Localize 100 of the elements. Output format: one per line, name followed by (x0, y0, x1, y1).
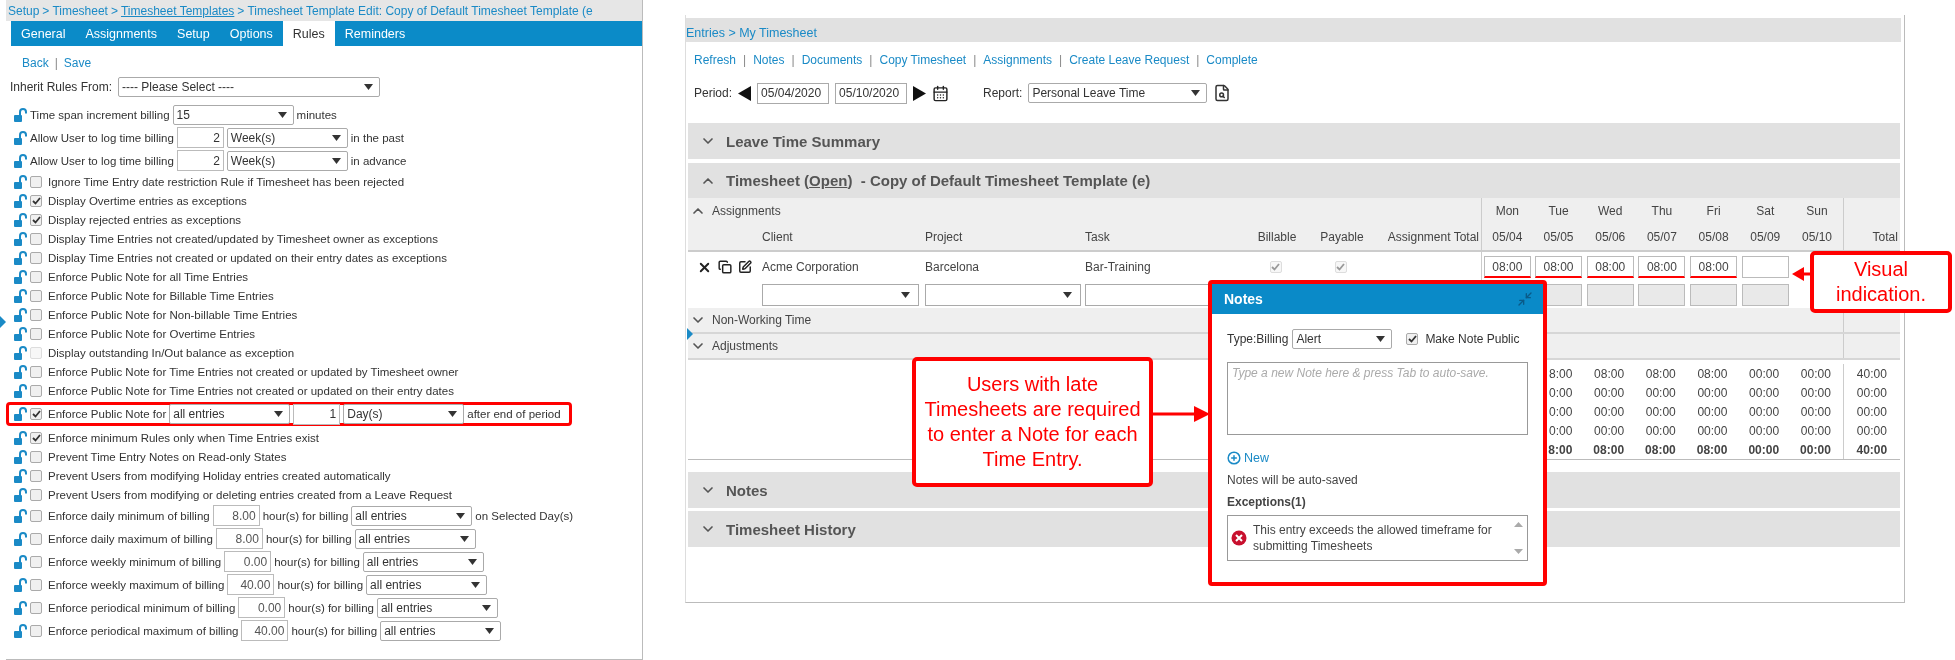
dropdown[interactable]: ---- Please Select ---- (118, 77, 381, 97)
dropdown[interactable]: all entries (362, 551, 484, 572)
column-header: 05/04 (1492, 230, 1523, 244)
dropdown[interactable]: all entries (376, 597, 498, 618)
date-field[interactable]: 05/04/2020 (757, 82, 830, 104)
dropdown[interactable]: Week(s) (226, 150, 348, 171)
padlock-icon (13, 212, 27, 227)
action-link[interactable]: Back (22, 56, 49, 75)
checkbox[interactable] (30, 175, 42, 188)
hours-field[interactable]: 08:00 (1690, 256, 1738, 278)
section-header[interactable]: Timesheet (Open) - Copy of Default Timesheet Template (e) (688, 163, 1900, 198)
toolbar-link[interactable]: Copy Timesheet (879, 53, 967, 67)
section-header[interactable]: Leave Time Summary (688, 123, 1900, 159)
number-field[interactable]: 2 (176, 150, 224, 171)
tab[interactable]: Setup (167, 21, 220, 46)
hours-field[interactable] (1741, 256, 1789, 278)
checkbox[interactable] (30, 555, 42, 568)
dropdown[interactable]: all entries (351, 505, 473, 526)
number-field[interactable]: 8.00 (215, 528, 263, 549)
collapse-icon[interactable] (1517, 291, 1533, 307)
previous-icon[interactable] (738, 85, 752, 101)
padlock-icon (13, 107, 27, 122)
copy-icon[interactable] (717, 260, 732, 274)
checkbox[interactable] (30, 232, 42, 245)
caret-icon (274, 411, 284, 417)
dropdown[interactable]: 15 (172, 104, 294, 125)
number-field[interactable]: 40.00 (241, 620, 289, 641)
checkbox[interactable] (30, 251, 42, 264)
number-field[interactable]: 0.00 (224, 551, 272, 572)
action-link[interactable]: Save (63, 56, 92, 75)
field-label: Inherit Rules From: (10, 80, 113, 94)
tab[interactable]: Rules (282, 21, 335, 46)
checkbox[interactable] (30, 270, 42, 283)
search-icon[interactable] (1213, 84, 1232, 102)
checkbox[interactable] (30, 532, 42, 545)
number-field[interactable]: 0.00 (238, 597, 286, 618)
dropdown[interactable]: all entries (380, 620, 502, 641)
number-field[interactable]: 2 (176, 127, 224, 148)
edit-icon[interactable] (737, 260, 752, 274)
breadcrumb-item: Timesheet Template Edit: Copy of Default Timesheet Template (e (247, 3, 593, 18)
dropdown[interactable]: Alert (1292, 329, 1393, 349)
calendar-icon[interactable] (932, 84, 950, 102)
dropdown[interactable] (762, 284, 919, 306)
hours-field[interactable]: 08:00 (1484, 256, 1531, 278)
checkbox[interactable] (30, 289, 42, 302)
checkbox[interactable] (30, 469, 42, 482)
hours-field[interactable]: 08:00 (1535, 256, 1583, 278)
dropdown[interactable]: Week(s) (226, 127, 348, 148)
toolbar-link[interactable]: Assignments (983, 53, 1052, 67)
hours-field[interactable]: 08:00 (1638, 256, 1686, 278)
tab[interactable]: Reminders (334, 21, 416, 46)
tab[interactable]: Options (219, 21, 283, 46)
day-name: Wed (1598, 204, 1623, 218)
checkbox[interactable] (30, 308, 42, 321)
info-text: Notes will be auto-saved (1227, 473, 1359, 487)
rule-label: after end of period (467, 408, 561, 420)
checkbox[interactable] (1406, 333, 1419, 345)
checkbox[interactable] (30, 194, 42, 207)
dropdown[interactable] (925, 284, 1081, 306)
number-field[interactable]: 40.00 (227, 574, 275, 595)
toolbar-link[interactable]: Create Leave Request (1069, 53, 1190, 67)
tab[interactable]: General (11, 21, 76, 46)
checkbox[interactable] (30, 408, 42, 420)
checkbox[interactable] (30, 578, 42, 591)
hours-field[interactable] (1741, 284, 1789, 306)
toolbar-link[interactable]: Complete (1206, 53, 1258, 67)
checkbox[interactable] (30, 450, 42, 463)
checkbox[interactable] (30, 624, 42, 637)
dropdown[interactable]: Day(s) (343, 404, 465, 424)
toolbar-link[interactable]: Refresh (694, 53, 737, 67)
splitter-handle-icon[interactable] (0, 316, 6, 328)
checkbox[interactable] (30, 327, 42, 340)
number-field[interactable]: 8.00 (212, 505, 260, 526)
padlock-icon (13, 364, 27, 379)
checkbox[interactable] (30, 488, 42, 501)
dropdown[interactable]: all entries (354, 528, 476, 549)
hours-field[interactable]: 08:00 (1586, 256, 1634, 278)
checkbox[interactable] (30, 601, 42, 614)
hours-field[interactable] (1690, 284, 1738, 306)
checkbox[interactable] (30, 365, 42, 378)
hours-field[interactable] (1638, 284, 1686, 306)
checkbox[interactable] (30, 384, 42, 397)
next-icon[interactable] (913, 85, 927, 101)
splitter-handle-icon[interactable] (687, 328, 693, 340)
toolbar-link[interactable]: Notes (753, 53, 785, 67)
checkbox[interactable] (30, 431, 42, 444)
checkbox[interactable] (30, 509, 42, 522)
number-field[interactable]: 1 (293, 403, 341, 425)
tab[interactable]: Assignments (75, 21, 168, 46)
dropdown[interactable]: all entries (366, 574, 488, 595)
new-link[interactable]: New (1227, 451, 1269, 465)
checkbox[interactable] (30, 213, 42, 226)
separator: | (743, 53, 747, 67)
dropdown[interactable]: all entries (169, 404, 291, 424)
toolbar-link[interactable]: Documents (801, 53, 863, 67)
date-field[interactable]: 05/10/2020 (835, 82, 908, 104)
padlock-icon (13, 531, 27, 546)
hours-field[interactable] (1586, 284, 1634, 306)
dropdown[interactable]: Personal Leave Time (1028, 83, 1208, 103)
status-link[interactable]: Open (809, 172, 848, 189)
